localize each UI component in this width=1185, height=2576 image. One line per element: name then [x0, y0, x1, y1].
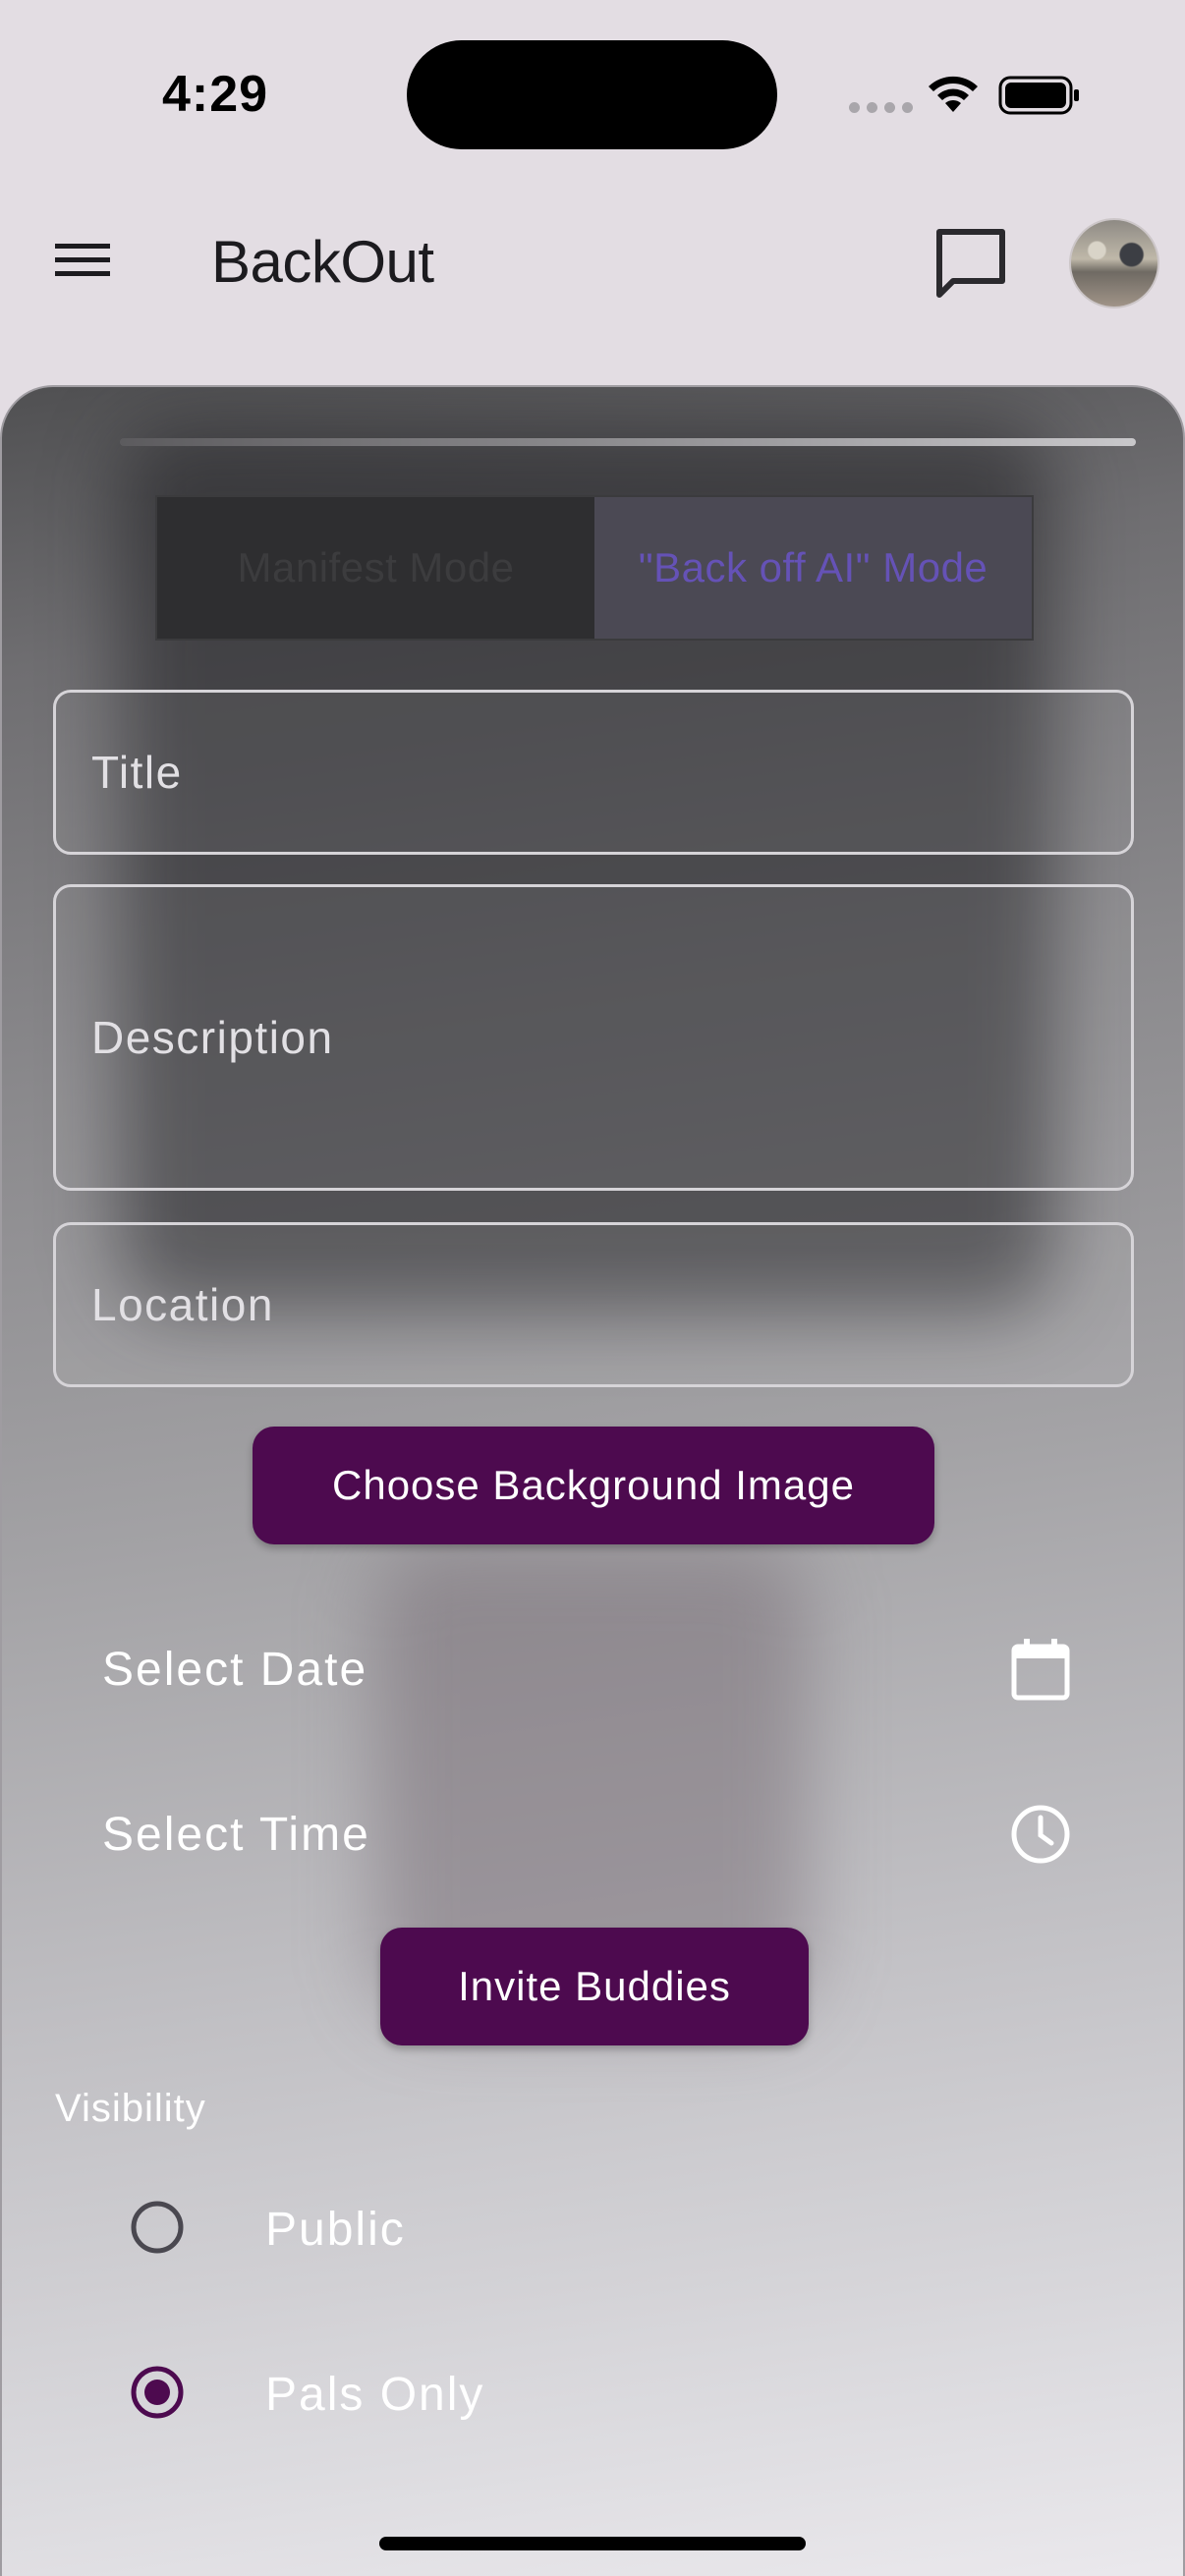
tab-back-off-ai-mode[interactable]: "Back off AI" Mode [594, 497, 1032, 639]
select-date-row[interactable]: Select Date [53, 1605, 1134, 1733]
battery-icon [998, 76, 1079, 115]
description-field[interactable]: Description [53, 884, 1134, 1191]
app-title: BackOut [211, 229, 434, 295]
choose-background-image-button[interactable]: Choose Background Image [253, 1427, 934, 1544]
title-field[interactable]: Title [53, 690, 1134, 855]
visibility-option-label: Pals Only [265, 2369, 485, 2421]
title-field-placeholder: Title [91, 747, 183, 798]
cellular-signal-icon [849, 102, 913, 113]
dynamic-island [407, 40, 777, 149]
calendar-icon[interactable] [1006, 1635, 1075, 1704]
visibility-option-public[interactable]: Public [51, 2163, 1132, 2291]
radio-pals-only[interactable] [130, 2365, 185, 2420]
location-field[interactable]: Location [53, 1222, 1134, 1387]
visibility-label: Visibility [55, 2087, 206, 2130]
select-time-row[interactable]: Select Time [53, 1770, 1134, 1898]
progress-indicator [120, 438, 1136, 446]
menu-icon[interactable] [49, 236, 116, 285]
home-indicator [379, 2537, 806, 2550]
select-date-label: Select Date [102, 1643, 368, 1696]
invite-buddies-button[interactable]: Invite Buddies [380, 1928, 809, 2045]
status-bar: 4:29 [0, 0, 1185, 177]
avatar[interactable] [1069, 218, 1159, 308]
clock-icon[interactable] [1006, 1800, 1075, 1869]
wifi-icon [929, 76, 978, 112]
radio-public[interactable] [130, 2200, 185, 2255]
visibility-option-pals-only[interactable]: Pals Only [51, 2328, 1132, 2456]
status-time: 4:29 [162, 66, 269, 123]
chat-bubble-icon[interactable] [930, 224, 1012, 307]
location-field-placeholder: Location [91, 1279, 274, 1330]
select-time-label: Select Time [102, 1808, 370, 1861]
tab-manifest-mode[interactable]: Manifest Mode [157, 497, 594, 639]
description-field-placeholder: Description [91, 1012, 334, 1063]
app-bar: BackOut [0, 187, 1185, 334]
mode-toggle: Manifest Mode "Back off AI" Mode [155, 495, 1034, 641]
visibility-option-label: Public [265, 2204, 406, 2256]
